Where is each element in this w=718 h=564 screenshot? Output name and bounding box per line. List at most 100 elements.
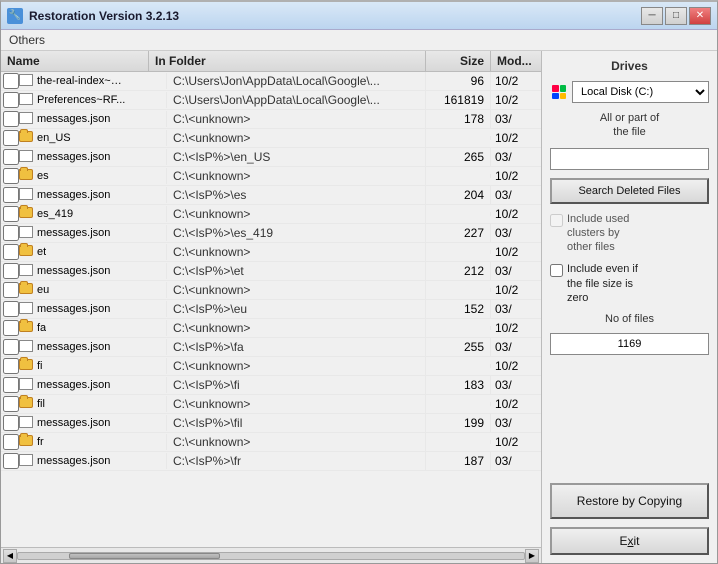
row-checkbox[interactable] (3, 168, 19, 184)
search-button[interactable]: Search Deleted Files (550, 178, 709, 204)
row-size-cell: 265 (426, 148, 491, 166)
drive-dropdown[interactable]: Local Disk (C:)Local Disk (D:) (572, 81, 709, 103)
table-row[interactable]: Preferences~RF...C:\Users\Jon\AppData\Lo… (1, 91, 541, 110)
scrollbar-track[interactable] (17, 552, 525, 560)
table-row[interactable]: messages.jsonC:\<IsP%>\fr18703/ (1, 452, 541, 471)
row-size-cell: 204 (426, 186, 491, 204)
row-checkbox[interactable] (3, 377, 19, 393)
row-checkbox[interactable] (3, 263, 19, 279)
folder-icon (19, 245, 35, 259)
row-size-cell: 183 (426, 376, 491, 394)
file-icon (19, 93, 35, 107)
close-button[interactable]: ✕ (689, 7, 711, 25)
file-icon (19, 302, 35, 316)
table-row[interactable]: etC:\<unknown>10/2 (1, 243, 541, 262)
minimize-button[interactable]: ─ (641, 7, 663, 25)
drive-dropdown-wrapper[interactable]: Local Disk (C:)Local Disk (D:) (572, 81, 709, 103)
row-checkbox[interactable] (3, 111, 19, 127)
row-name-text: messages.json (37, 151, 110, 163)
header-modified[interactable]: Mod... (491, 51, 541, 71)
row-checkbox[interactable] (3, 320, 19, 336)
no-files-count[interactable] (550, 333, 709, 355)
row-checkbox[interactable] (3, 453, 19, 469)
row-modified-cell: 10/2 (491, 433, 541, 451)
row-modified-cell: 03/ (491, 224, 541, 242)
table-row[interactable]: filC:\<unknown>10/2 (1, 395, 541, 414)
row-name-text: messages.json (37, 417, 110, 429)
header-size[interactable]: Size (426, 51, 491, 71)
menu-others[interactable]: Others (9, 33, 45, 47)
row-name-text: messages.json (37, 341, 110, 353)
row-size-cell: 227 (426, 224, 491, 242)
no-files-label: No of files (550, 313, 709, 325)
file-icon (19, 188, 35, 202)
row-checkbox[interactable] (3, 358, 19, 374)
row-modified-cell: 03/ (491, 414, 541, 432)
table-row[interactable]: en_USC:\<unknown>10/2 (1, 129, 541, 148)
main-content: Name In Folder Size Mod... the-real-inde… (1, 51, 717, 563)
restore-button[interactable]: Restore by Copying (550, 483, 709, 519)
table-row[interactable]: es_419C:\<unknown>10/2 (1, 205, 541, 224)
row-checkbox[interactable] (3, 206, 19, 222)
row-name-cell: messages.json (37, 339, 167, 355)
row-folder-cell: C:\<IsP%>\es_419 (167, 224, 426, 242)
file-icon (19, 112, 35, 126)
include-zero-label: Include even ifthe file size iszero (567, 262, 638, 305)
row-checkbox[interactable] (3, 187, 19, 203)
row-modified-cell: 03/ (491, 186, 541, 204)
table-row[interactable]: messages.jsonC:\<IsP%>\fil19903/ (1, 414, 541, 433)
table-body[interactable]: the-real-index~R...C:\Users\Jon\AppData\… (1, 72, 541, 547)
header-folder[interactable]: In Folder (149, 51, 426, 71)
table-row[interactable]: fiC:\<unknown>10/2 (1, 357, 541, 376)
horizontal-scrollbar[interactable]: ◀ ▶ (1, 547, 541, 563)
include-used-checkbox[interactable] (550, 214, 563, 227)
header-name[interactable]: Name (1, 51, 149, 71)
table-row[interactable]: frC:\<unknown>10/2 (1, 433, 541, 452)
row-checkbox[interactable] (3, 73, 19, 89)
filter-input[interactable] (550, 148, 709, 170)
row-checkbox[interactable] (3, 396, 19, 412)
row-folder-cell: C:\<IsP%>\eu (167, 300, 426, 318)
table-row[interactable]: messages.jsonC:\<IsP%>\es_41922703/ (1, 224, 541, 243)
folder-icon (19, 131, 35, 145)
row-checkbox[interactable] (3, 339, 19, 355)
table-row[interactable]: messages.jsonC:\<IsP%>\et21203/ (1, 262, 541, 281)
row-checkbox[interactable] (3, 301, 19, 317)
row-name-text: messages.json (37, 455, 110, 467)
scrollbar-thumb[interactable] (69, 553, 221, 559)
title-controls: ─ □ ✕ (641, 7, 711, 25)
main-window: 🔧 Restoration Version 3.2.13 ─ □ ✕ Other… (0, 0, 718, 564)
row-checkbox[interactable] (3, 92, 19, 108)
row-checkbox[interactable] (3, 130, 19, 146)
table-row[interactable]: faC:\<unknown>10/2 (1, 319, 541, 338)
table-row[interactable]: messages.jsonC:\<IsP%>\fi18303/ (1, 376, 541, 395)
row-checkbox[interactable] (3, 282, 19, 298)
scroll-left-btn[interactable]: ◀ (3, 549, 17, 563)
row-folder-cell: C:\<unknown> (167, 205, 426, 223)
table-row[interactable]: messages.jsonC:\<IsP%>\eu15203/ (1, 300, 541, 319)
row-modified-cell: 10/2 (491, 395, 541, 413)
drive-select-row: Local Disk (C:)Local Disk (D:) (550, 81, 709, 103)
row-checkbox[interactable] (3, 149, 19, 165)
table-row[interactable]: euC:\<unknown>10/2 (1, 281, 541, 300)
table-row[interactable]: messages.jsonC:\<IsP%>\en_US26503/ (1, 148, 541, 167)
row-name-cell: eu (37, 282, 167, 298)
row-modified-cell: 10/2 (491, 167, 541, 185)
row-size-cell (426, 440, 491, 444)
row-name-cell: es_419 (37, 206, 167, 222)
row-folder-cell: C:\<unknown> (167, 110, 426, 128)
row-checkbox[interactable] (3, 225, 19, 241)
table-row[interactable]: messages.jsonC:\<IsP%>\es20403/ (1, 186, 541, 205)
row-checkbox[interactable] (3, 415, 19, 431)
row-checkbox[interactable] (3, 244, 19, 260)
include-zero-checkbox[interactable] (550, 264, 563, 277)
scroll-right-btn[interactable]: ▶ (525, 549, 539, 563)
table-row[interactable]: messages.jsonC:\<unknown>17803/ (1, 110, 541, 129)
table-row[interactable]: the-real-index~R...C:\Users\Jon\AppData\… (1, 72, 541, 91)
row-checkbox[interactable] (3, 434, 19, 450)
maximize-button[interactable]: □ (665, 7, 687, 25)
row-name-text: messages.json (37, 189, 110, 201)
exit-button[interactable]: Exit (550, 527, 709, 555)
table-row[interactable]: messages.jsonC:\<IsP%>\fa25503/ (1, 338, 541, 357)
table-row[interactable]: esC:\<unknown>10/2 (1, 167, 541, 186)
